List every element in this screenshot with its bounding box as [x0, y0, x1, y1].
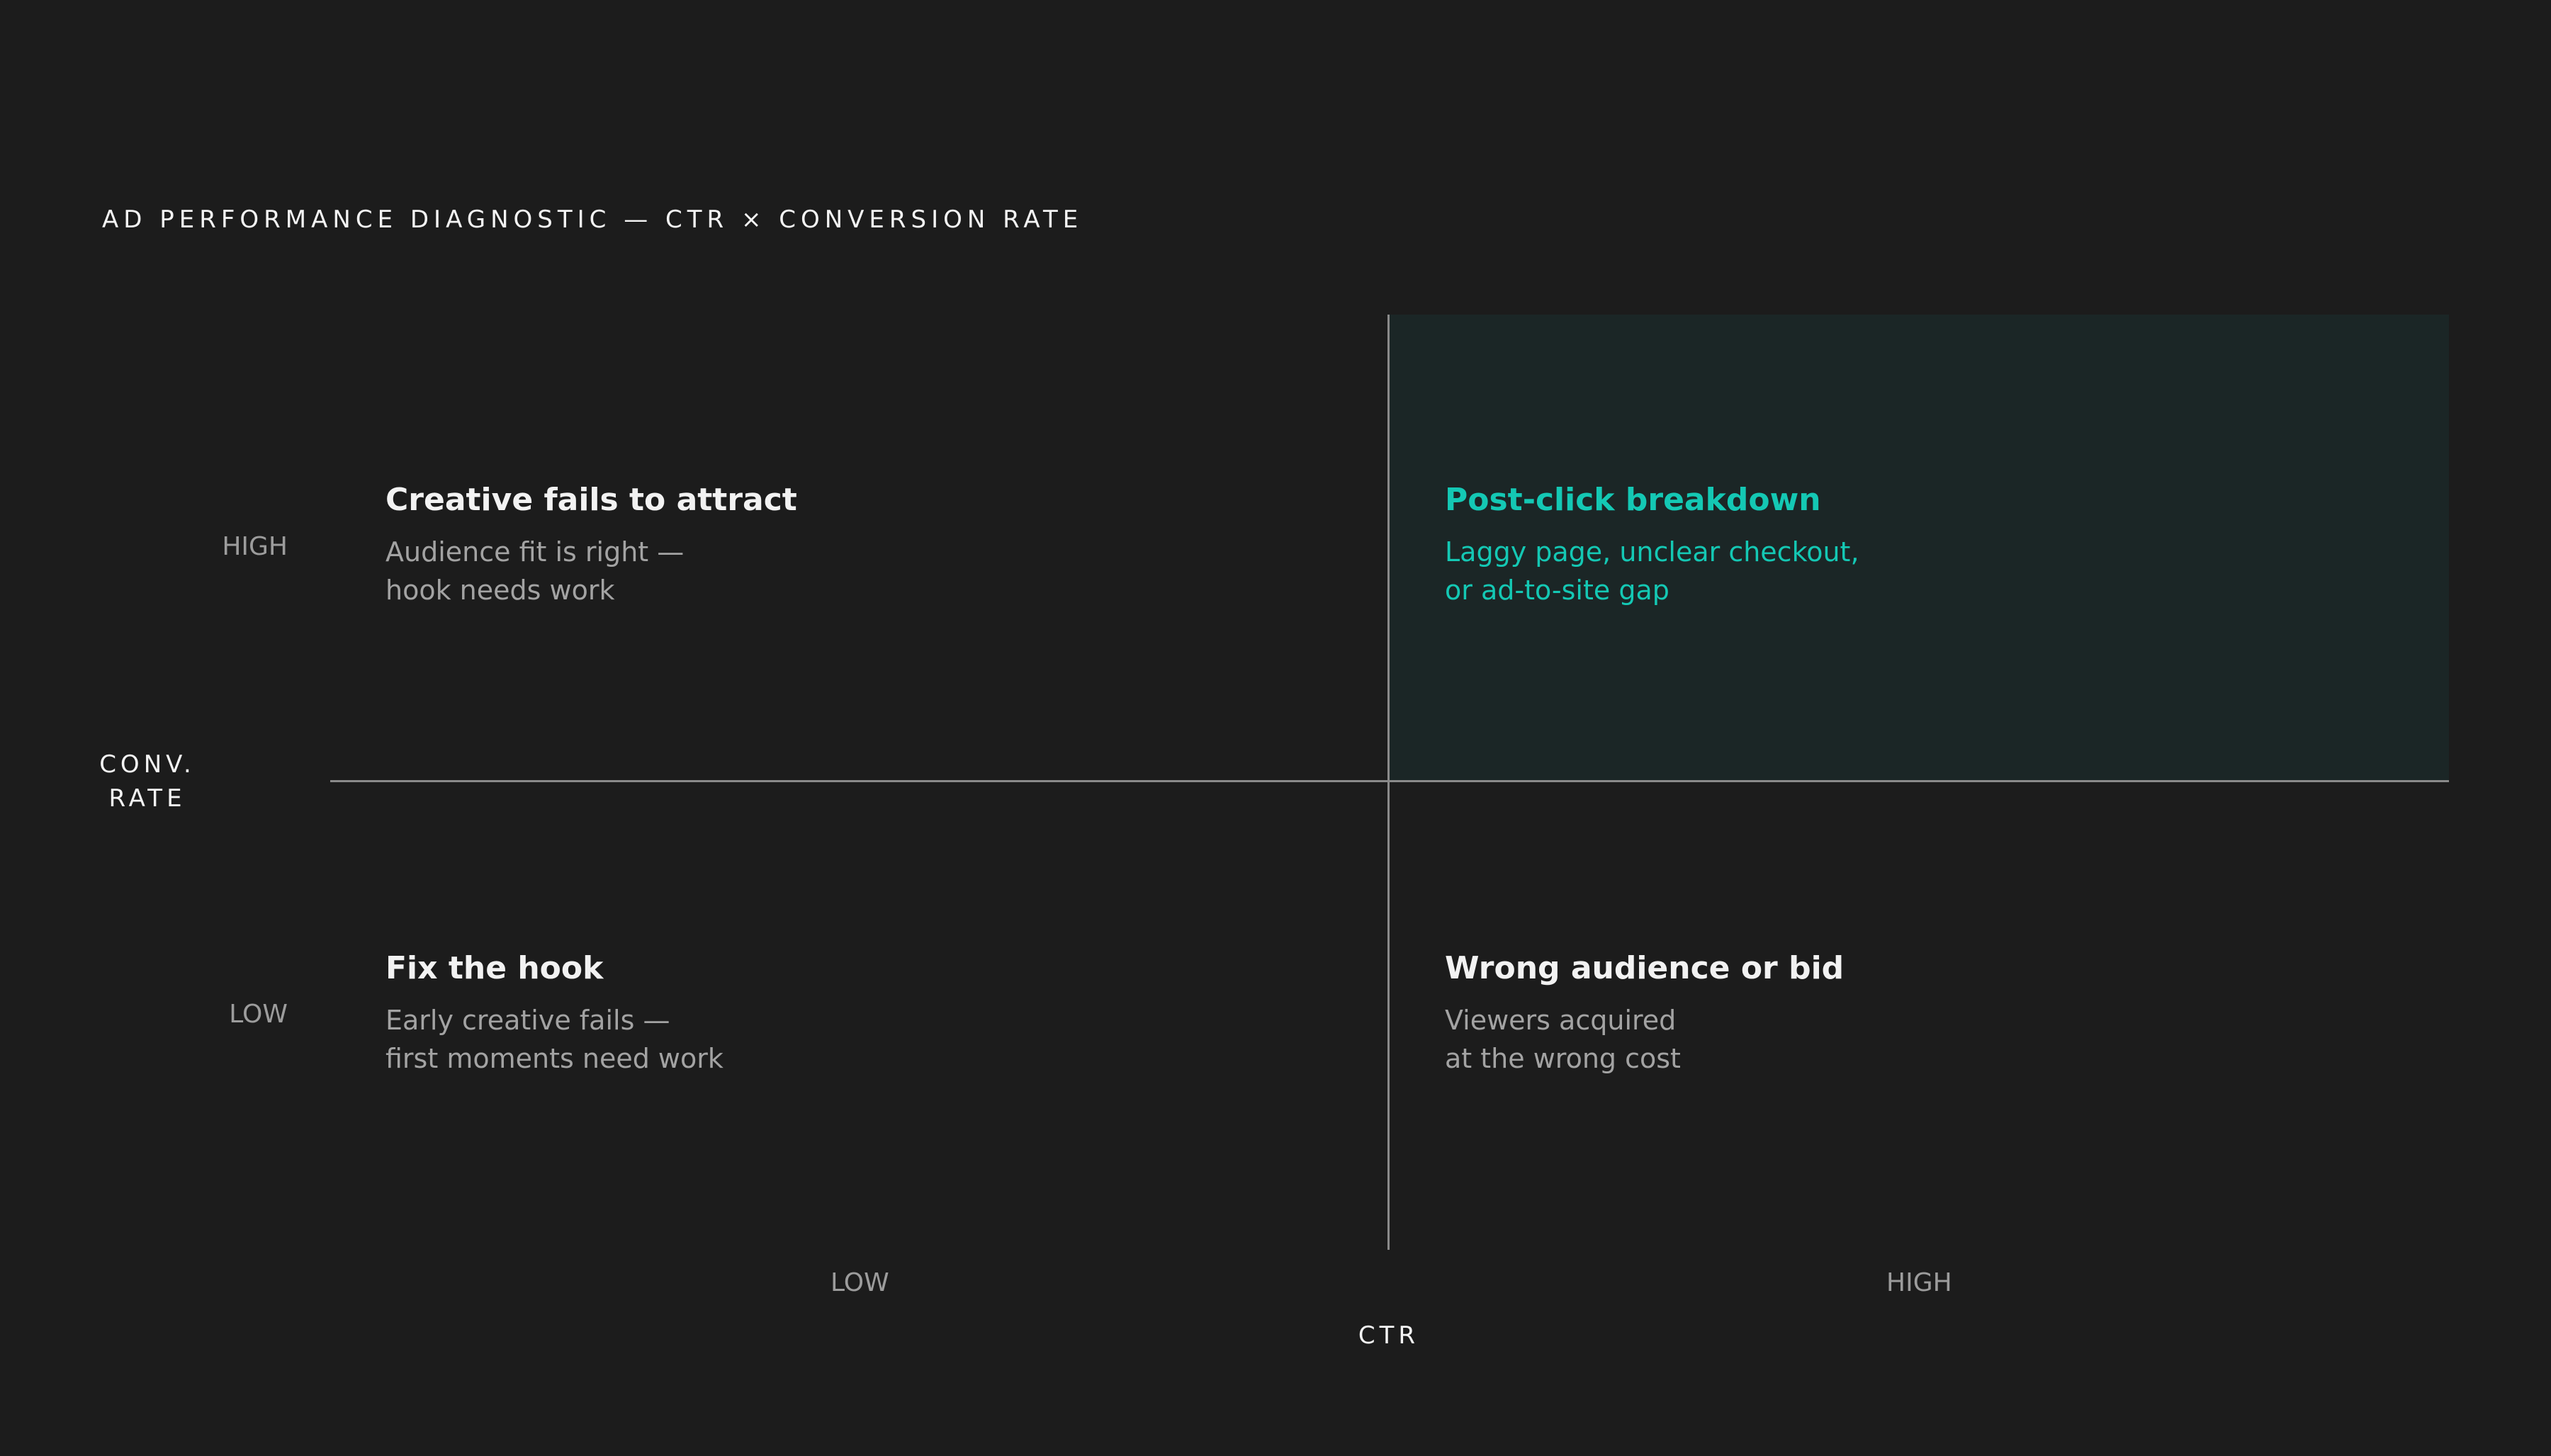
x-axis-label: CTR	[1358, 1321, 1420, 1350]
quadrant-description-line: Laggy page, unclear checkout,	[1445, 536, 1859, 568]
quadrant-low-ctr-high-conv: Creative fails to attract Audience fit i…	[385, 480, 797, 609]
y-axis-low-tick: LOW	[229, 1000, 288, 1029]
quadrant-title: Post-click breakdown	[1445, 482, 1821, 518]
quadrant-title: Wrong audience or bid	[1445, 950, 1845, 986]
quadrant-description: Laggy page, unclear checkout, or ad-to-s…	[1445, 533, 1859, 609]
quadrant-description: Audience fit is right — hook needs work	[385, 533, 797, 609]
diagram-title: AD PERFORMANCE DIAGNOSTIC — CTR × CONVER…	[102, 205, 1083, 234]
quadrant-description-line: first moments need work	[385, 1043, 723, 1074]
quadrant-title: Fix the hook	[385, 950, 604, 986]
quadrant-high-ctr-low-conv: Wrong audience or bid Viewers acquired a…	[1445, 949, 1844, 1078]
quadrant-high-ctr-high-conv: Post-click breakdown Laggy page, unclear…	[1445, 480, 1859, 609]
quadrant-description-line: Viewers acquired	[1445, 1005, 1677, 1036]
quadrant-description-line: or ad-to-site gap	[1445, 575, 1669, 606]
quadrant-description: Viewers acquired at the wrong cost	[1445, 1001, 1844, 1078]
x-axis-high-tick: HIGH	[1886, 1268, 1952, 1297]
quadrant-low-ctr-low-conv: Fix the hook Early creative fails — firs…	[385, 949, 723, 1078]
vertical-axis-line	[1387, 315, 1390, 1250]
quadrant-description-line: hook needs work	[385, 575, 615, 606]
quadrant-description: Early creative fails — first moments nee…	[385, 1001, 723, 1078]
quadrant-description-line: Audience fit is right —	[385, 536, 685, 568]
quadrant-title: Creative fails to attract	[385, 482, 797, 518]
quadrant-description-line: at the wrong cost	[1445, 1043, 1681, 1074]
y-axis-label-line1: CONV.	[99, 750, 196, 779]
x-axis-low-tick: LOW	[830, 1268, 889, 1297]
y-axis-label-line2: RATE	[108, 784, 186, 813]
y-axis-label: CONV. RATE	[77, 747, 218, 816]
y-axis-high-tick: HIGH	[222, 532, 288, 561]
quadrant-description-line: Early creative fails —	[385, 1005, 670, 1036]
horizontal-axis-line	[330, 780, 2449, 782]
